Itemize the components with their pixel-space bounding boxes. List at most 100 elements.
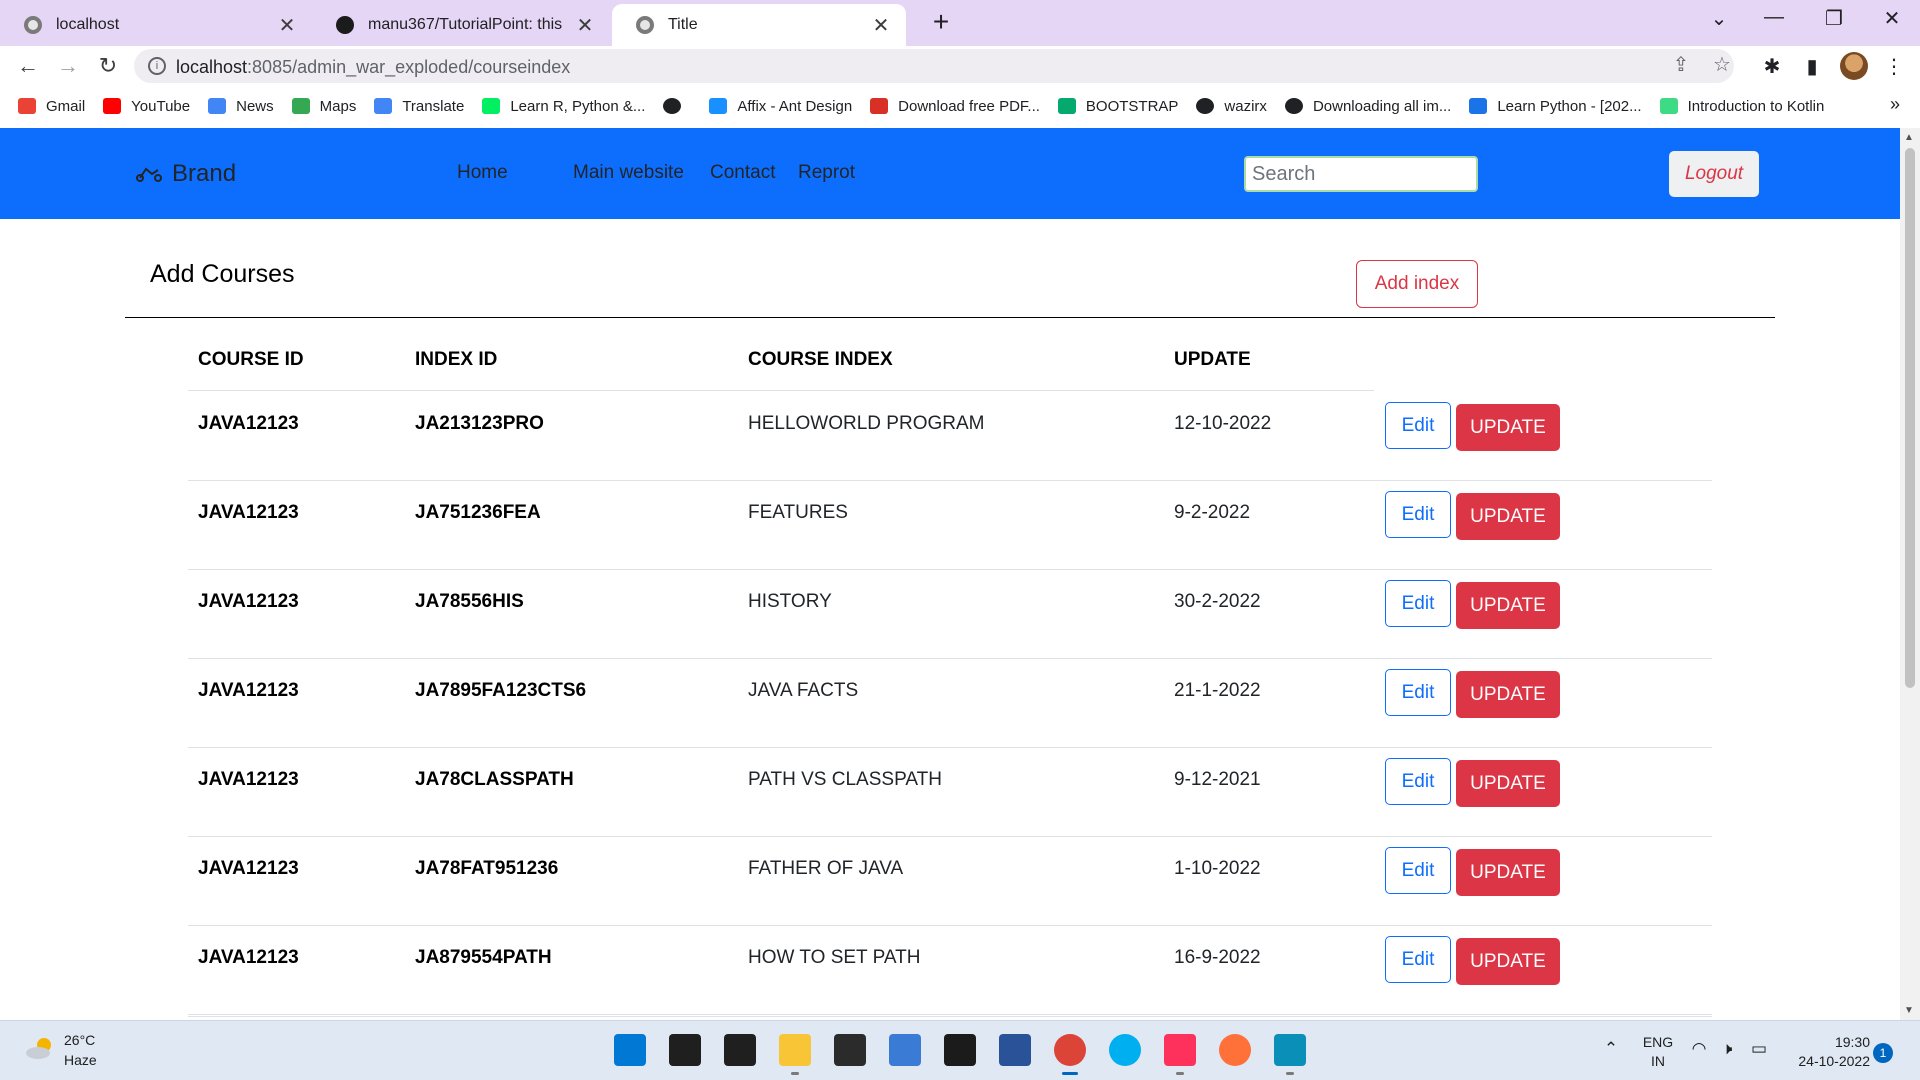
cell-course-id: JAVA12123	[198, 769, 299, 790]
share-icon[interactable]: ⇪	[1667, 52, 1695, 77]
battery-icon[interactable]: ▭	[1748, 1039, 1770, 1059]
close-icon[interactable]: ✕	[574, 13, 596, 38]
menu-icon[interactable]: ⋮	[1880, 54, 1908, 79]
logout-button[interactable]: Logout	[1669, 151, 1759, 197]
nav-link-contact[interactable]: Contact	[710, 162, 775, 184]
bookmark-item[interactable]: YouTube	[103, 98, 190, 115]
update-button[interactable]: UPDATE	[1456, 582, 1560, 629]
search-input[interactable]	[1244, 156, 1478, 192]
back-icon[interactable]: ←	[12, 50, 44, 82]
mysql-icon[interactable]	[944, 1034, 976, 1066]
bookmark-item[interactable]: Learn R, Python &...	[482, 98, 645, 115]
app-icon[interactable]	[889, 1034, 921, 1066]
window-close-button[interactable]: ✕	[1872, 6, 1912, 31]
column-header-course-id: COURSE ID	[198, 349, 304, 370]
task-view-icon[interactable]	[724, 1034, 756, 1066]
bookmark-item[interactable]	[663, 98, 691, 114]
app-icon[interactable]	[999, 1034, 1031, 1066]
brand-logo-icon	[136, 167, 162, 182]
edit-button[interactable]: Edit	[1385, 669, 1451, 716]
site-info-icon[interactable]: i	[148, 57, 166, 75]
url-path: :8085/admin_war_exploded/courseindex	[247, 57, 571, 77]
edit-button[interactable]: Edit	[1385, 758, 1451, 805]
update-button[interactable]: UPDATE	[1456, 493, 1560, 540]
side-panel-icon[interactable]: ▮	[1798, 54, 1826, 79]
bookmark-item[interactable]: Download free PDF...	[870, 98, 1040, 115]
file-explorer-icon[interactable]	[779, 1034, 811, 1075]
bookmark-item[interactable]: Translate	[374, 98, 464, 115]
store-icon[interactable]	[834, 1034, 866, 1066]
app-icon[interactable]	[1274, 1034, 1306, 1075]
cell-course-index: PATH VS CLASSPATH	[748, 769, 942, 790]
bookmark-item[interactable]: News	[208, 98, 274, 115]
scroll-up-icon[interactable]: ▲	[1904, 132, 1914, 143]
edit-button[interactable]: Edit	[1385, 580, 1451, 627]
bookmark-item[interactable]: Introduction to Kotlin	[1659, 98, 1824, 115]
edit-button[interactable]: Edit	[1385, 936, 1451, 983]
update-button[interactable]: UPDATE	[1456, 404, 1560, 451]
navbar: Brand Home Main website Contact Reprot L…	[0, 128, 1900, 219]
forward-icon[interactable]: →	[52, 50, 84, 82]
cell-index-id: JA879554PATH	[415, 947, 552, 968]
bookmark-star-icon[interactable]: ☆	[1708, 52, 1736, 77]
edit-button[interactable]: Edit	[1385, 847, 1451, 894]
notification-badge[interactable]: 1	[1873, 1043, 1893, 1063]
scroll-thumb[interactable]	[1905, 148, 1915, 688]
extensions-icon[interactable]: ✱	[1758, 54, 1786, 79]
cell-course-id: JAVA12123	[198, 947, 299, 968]
new-tab-button[interactable]: +	[924, 6, 958, 38]
restore-button[interactable]: ❐	[1814, 6, 1854, 31]
cell-course-index: FEATURES	[748, 502, 848, 523]
intellij-icon[interactable]	[1164, 1034, 1196, 1075]
bookmark-item[interactable]: wazirx	[1196, 98, 1267, 115]
antdesign-icon	[709, 98, 728, 114]
weather-temperature[interactable]: 26°C	[64, 1032, 95, 1048]
start-icon[interactable]	[614, 1034, 646, 1066]
update-button[interactable]: UPDATE	[1456, 760, 1560, 807]
firefox-icon[interactable]	[1219, 1034, 1251, 1066]
close-icon[interactable]: ✕	[276, 13, 298, 38]
weather-condition[interactable]: Haze	[64, 1052, 97, 1068]
chrome-icon[interactable]	[1054, 1034, 1086, 1075]
tab-search-icon[interactable]: ⌄	[1699, 6, 1739, 31]
android-icon	[1659, 98, 1678, 114]
bookmark-item[interactable]: BOOTSTRAP	[1057, 98, 1178, 115]
edit-button[interactable]: Edit	[1385, 402, 1451, 449]
nav-link-home[interactable]: Home	[457, 162, 508, 184]
page-scrollbar[interactable]: ▲ ▼	[1900, 128, 1920, 1020]
url-text[interactable]: localhost:8085/admin_war_exploded/course…	[176, 57, 570, 78]
column-header-course-index: COURSE INDEX	[748, 349, 893, 370]
weather-haze-icon[interactable]	[24, 1035, 56, 1061]
browser-tab[interactable]: localhost ✕	[0, 4, 312, 46]
bookmark-item[interactable]: Maps	[291, 98, 356, 115]
bookmark-label: Translate	[402, 97, 465, 115]
wifi-icon[interactable]: ◠	[1688, 1039, 1710, 1059]
browser-tab[interactable]: manu367/TutorialPoint: this is tut ✕	[312, 4, 610, 46]
bookmark-item[interactable]: Gmail	[18, 98, 85, 115]
close-icon[interactable]: ✕	[870, 13, 892, 38]
address-bar[interactable]: i localhost:8085/admin_war_exploded/cour…	[134, 49, 1734, 83]
nav-link-main-website[interactable]: Main website	[573, 162, 684, 184]
add-index-button[interactable]: Add index	[1356, 260, 1478, 308]
reload-icon[interactable]: ↻	[92, 50, 124, 82]
search-icon[interactable]	[669, 1034, 701, 1066]
edit-button[interactable]: Edit	[1385, 491, 1451, 538]
update-button[interactable]: UPDATE	[1456, 671, 1560, 718]
profile-avatar[interactable]	[1840, 52, 1868, 80]
nav-link-reprot[interactable]: Reprot	[798, 162, 855, 184]
bookmark-item[interactable]: Downloading all im...	[1284, 98, 1451, 115]
brand-link[interactable]: Brand	[136, 160, 236, 188]
bookmark-item[interactable]: Affix - Ant Design	[709, 98, 852, 115]
update-button[interactable]: UPDATE	[1456, 849, 1560, 896]
language-indicator[interactable]: ENG IN	[1638, 1033, 1678, 1071]
update-button[interactable]: UPDATE	[1456, 938, 1560, 985]
clock[interactable]: 19:30 24-10-2022	[1784, 1033, 1870, 1071]
scroll-down-icon[interactable]: ▼	[1904, 1005, 1914, 1016]
minimize-button[interactable]: —	[1754, 6, 1794, 29]
bookmarks-overflow-icon[interactable]: »	[1890, 94, 1900, 115]
browser-tab-active[interactable]: Title ✕	[612, 4, 906, 46]
skype-icon[interactable]	[1109, 1034, 1141, 1066]
chevron-up-icon[interactable]: ⌃	[1600, 1039, 1622, 1059]
bookmark-item[interactable]: Learn Python - [202...	[1469, 98, 1642, 115]
volume-icon[interactable]: 🕨	[1716, 1039, 1738, 1059]
